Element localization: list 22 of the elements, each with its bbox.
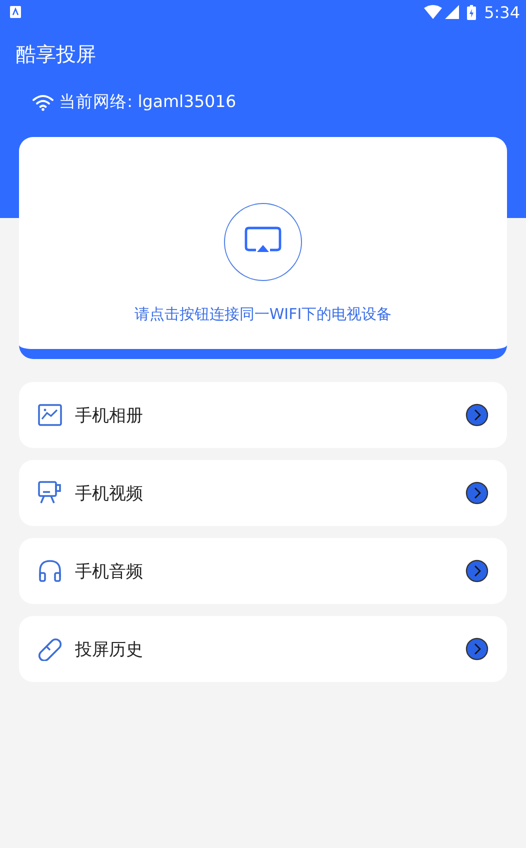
headphones-icon [38,559,62,583]
battery-icon [467,4,476,20]
cast-button[interactable] [224,203,302,281]
notification-icon [10,6,21,18]
menu-item[interactable]: 手机视频 [19,460,507,526]
arrow-circle-icon [465,559,489,583]
connect-hint: 请点击按钮连接同一WIFI下的电视设备 [134,305,392,324]
wifi-signal-icon [424,5,442,19]
cell-signal-icon [445,5,460,19]
network-name: 当前网络: lgaml35016 [59,91,236,113]
app-title: 酷享投屏 [15,41,97,68]
pill-icon [38,637,62,661]
wifi-icon [32,94,54,110]
picture-icon [38,404,62,426]
arrow-circle-icon [465,403,489,427]
arrow-circle-icon [465,481,489,505]
menu-item[interactable]: 手机相册 [19,382,507,448]
menu-item[interactable]: 手机音频 [19,538,507,604]
arrow-circle-icon [465,637,489,661]
projector-icon [38,481,62,505]
menu-item[interactable]: 投屏历史 [19,616,507,682]
clock-time: 5:34 [484,2,520,22]
